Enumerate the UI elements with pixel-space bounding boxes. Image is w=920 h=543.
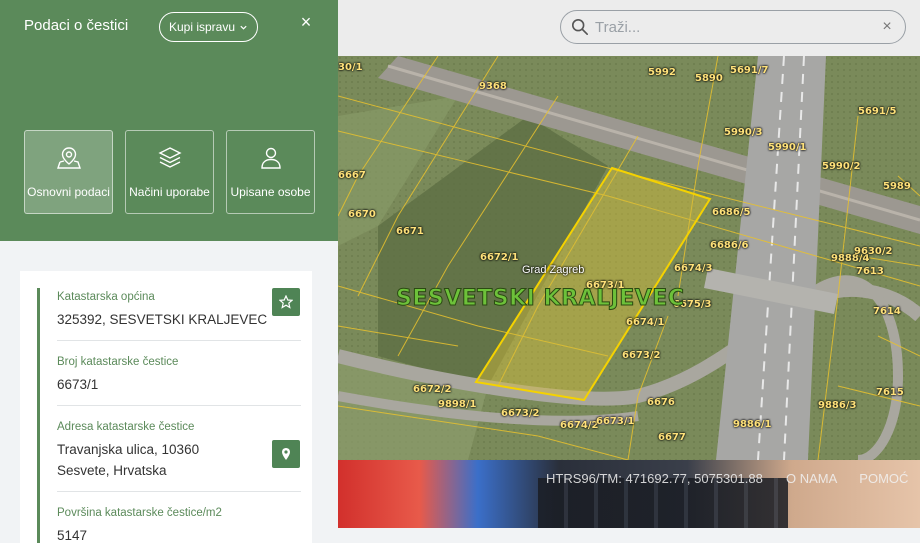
field-value: 5147 [57, 528, 88, 543]
panel-spacer [0, 241, 20, 543]
bottom-strip [338, 528, 920, 543]
city-label: Grad Zagreb [522, 264, 585, 276]
parcel-label: 5990/2 [822, 161, 861, 172]
parcel-label: 5990/3 [724, 127, 763, 138]
tab-label: Upisane osobe [230, 185, 311, 199]
parcel-label: 5992 [648, 67, 676, 78]
parcel-label: 30/1 [338, 62, 363, 73]
parcel-label: 6672/2 [413, 384, 452, 395]
field-label: Adresa katastarske čestice [57, 421, 195, 433]
layers-icon [157, 147, 182, 168]
search-box[interactable]: × [560, 10, 906, 44]
close-panel-button[interactable]: × [297, 13, 315, 31]
footer-link-about[interactable]: O NAMA [786, 471, 837, 486]
footer-link-help[interactable]: POMOĆ [859, 471, 908, 486]
parcel-label: 7614 [873, 306, 901, 317]
chevron-down-icon [240, 25, 247, 30]
field-label: Katastarska općina [57, 291, 155, 303]
tab-usage-types[interactable]: Načini uporabe [125, 130, 214, 214]
favorite-button[interactable] [272, 288, 300, 316]
tab-label: Načini uporabe [129, 185, 210, 199]
parcel-number-field: Broj katastarske čestice 6673/1 [57, 356, 301, 395]
parcel-label: 9630/2 [854, 246, 893, 257]
buy-document-button[interactable]: Kupi ispravu [159, 12, 258, 42]
parcel-label: 5989 [883, 181, 911, 192]
parcel-label: 6677 [658, 432, 686, 443]
parcel-label: 9886/1 [733, 419, 772, 430]
footer-banner: HTRS96/TM: 471692.77, 5075301.88 O NAMA … [338, 460, 920, 528]
panel-spacer [312, 241, 338, 543]
parcel-label: 7615 [876, 387, 904, 398]
clear-search-icon[interactable]: × [879, 18, 895, 35]
field-value: Travanjska ulica, 10360 Sesvete, Hrvatsk… [57, 442, 200, 478]
parcel-label: 6670 [348, 209, 376, 220]
coordinates-readout: HTRS96/TM: 471692.77, 5075301.88 [546, 471, 763, 486]
divider [57, 491, 301, 492]
parcel-details-panel: Podaci o čestici Kupi ispravu × Osnovni … [0, 0, 338, 543]
tab-registered-persons[interactable]: Upisane osobe [226, 130, 315, 214]
location-pin-icon [282, 448, 290, 460]
parcel-label: 6686/6 [710, 240, 749, 251]
search-input[interactable] [595, 18, 879, 36]
district-label: SESVETSKI KRALJEVEC [395, 286, 685, 312]
field-label: Površina katastarske čestice/m2 [57, 507, 222, 519]
field-value: 325392, SESVETSKI KRALJEVEC [57, 312, 268, 327]
parcel-label: 9886/3 [818, 400, 857, 411]
show-location-button[interactable] [272, 440, 300, 468]
parcel-label: 6686/5 [712, 207, 751, 218]
parcel-label: 6671 [396, 226, 424, 237]
parcel-label: 6667 [338, 170, 366, 181]
search-icon [571, 18, 589, 36]
panel-spacer [0, 241, 338, 271]
basic-data-card: Katastarska općina 325392, SESVETSKI KRA… [20, 271, 312, 543]
top-bar: × [338, 0, 920, 56]
parcel-label: 6674/2 [560, 420, 599, 431]
map-view[interactable]: 30/1 9368 5992 5890 5691/7 5691/5 5990/3… [338, 56, 920, 460]
parcel-label: 5691/7 [730, 65, 769, 76]
parcel-label: 5890 [695, 73, 723, 84]
parcel-label: 6673/2 [622, 350, 661, 361]
parcel-label: 9368 [479, 81, 507, 92]
footer-links: O NAMA POMOĆ [786, 471, 908, 486]
parcel-label: 6672/1 [480, 252, 519, 263]
field-label: Broj katastarske čestice [57, 356, 179, 368]
parcel-label: 6676 [647, 397, 675, 408]
tab-label: Osnovni podaci [27, 185, 110, 199]
parcel-label: 6674/1 [626, 317, 665, 328]
parcel-area-field: Površina katastarske čestice/m2 5147 [57, 507, 301, 543]
accent-bar [37, 288, 40, 543]
parcel-address-field: Adresa katastarske čestice Travanjska ul… [57, 421, 301, 481]
parcel-label: 6674/3 [674, 263, 713, 274]
parcel-label: 6673/2 [501, 408, 540, 419]
field-value: 6673/1 [57, 377, 99, 392]
panel-title: Podaci o čestici [24, 17, 129, 34]
parcel-label: 5990/1 [768, 142, 807, 153]
divider [57, 340, 301, 341]
user-icon [260, 147, 281, 169]
parcel-label: 9898/1 [438, 399, 477, 410]
cadastral-municipality-field: Katastarska općina 325392, SESVETSKI KRA… [57, 291, 301, 330]
parcel-label: 7613 [856, 266, 884, 277]
star-icon [279, 295, 293, 309]
tab-basic-data[interactable]: Osnovni podaci [24, 130, 113, 214]
parcel-label: 5691/5 [858, 106, 897, 117]
parcel-label: 6673/1 [596, 416, 635, 427]
panel-header: Podaci o čestici Kupi ispravu × Osnovni … [0, 0, 338, 241]
buy-document-label: Kupi ispravu [168, 20, 236, 34]
divider [57, 405, 301, 406]
map-pin-icon [56, 147, 81, 169]
